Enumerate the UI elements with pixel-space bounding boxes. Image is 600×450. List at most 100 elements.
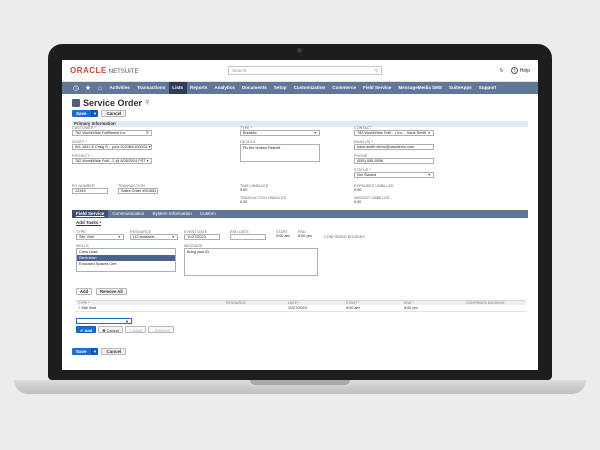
contact-value: 782 WorldWide Fulfi... | Inc. : Hank Smi… [357, 131, 427, 135]
global-search-input[interactable]: Search ⚲ [228, 66, 382, 75]
home-icon[interactable]: ⌂ [94, 85, 106, 92]
contact-select[interactable]: 782 WorldWide Fulfi... | Inc. : Hank Smi… [354, 130, 434, 136]
recent-records-icon[interactable]: ↻ [500, 68, 504, 74]
start-time-value[interactable]: 9:00 am [276, 234, 296, 239]
asset-value: WL-1841 E Craig R... ps/a 202384/1000/01 [75, 145, 148, 149]
transaction-unbilled-field: TRANSACTION UNBILLED 0.00 [240, 196, 320, 205]
save-dropdown-icon[interactable]: ▼ [90, 348, 99, 355]
transaction-select[interactable]: Sales Order #SO654▼ [118, 188, 158, 194]
chevron-down-icon: ▼ [427, 173, 431, 177]
skills-listbox[interactable]: Crew Lead Electrician Enclosed Spaces Ce… [76, 248, 176, 272]
nav-transactions[interactable]: Transactions [133, 82, 168, 94]
grid-cell-confirmed-booking[interactable] [464, 305, 526, 311]
nav-reports[interactable]: Reports [187, 82, 211, 94]
chevron-down-icon: ▼ [117, 235, 121, 239]
project-value: 782 WorldWide Fulfi...2 @ 8/28/2024 PST [75, 159, 146, 163]
nav-messagemedia-sms[interactable]: MessageMedia SMS [395, 82, 446, 94]
save-button-label: Save [72, 110, 91, 117]
skills-option[interactable]: Enclosed Spaces Cert [77, 261, 175, 267]
nav-lists[interactable]: Lists [168, 82, 187, 94]
chevron-down-icon: ▼ [313, 131, 317, 135]
recent-icon[interactable]: ◷ [70, 84, 82, 92]
nav-analytics[interactable]: Analytics [211, 82, 238, 94]
email-value: hank.smith.demo@nswdemo.com [357, 145, 415, 149]
tab-communication[interactable]: Communication [108, 210, 148, 218]
end-date-field: END DATE [230, 230, 266, 240]
amount-unbilled-value: 0.00 [354, 200, 362, 204]
footer-cancel-button[interactable]: Cancel [101, 348, 127, 355]
end-date-input[interactable] [230, 234, 266, 240]
footer-save-label: Save [72, 348, 91, 355]
event-date-input[interactable]: 11/27/2023 [184, 234, 220, 240]
tab-field-service[interactable]: Field Service [72, 210, 109, 218]
grid-cell-date[interactable]: 11/27/2023 [286, 305, 344, 311]
help-link[interactable]: ? Help [510, 67, 530, 74]
asset-select[interactable]: WL-1841 E Craig R... ps/a 202384/1000/01… [72, 144, 152, 150]
add-tasks-subtab[interactable]: Add Tasks • [76, 220, 102, 226]
po-number-input[interactable]: 12345 [72, 188, 108, 194]
cancel-button[interactable]: Cancel [101, 110, 127, 117]
line-button-group: ✔ Add ✖ Cancel + Insert - Remove [76, 326, 174, 333]
phone-input[interactable]: (555) 555-5556 [354, 158, 434, 164]
grid-cell-type[interactable]: + Site Visit [76, 305, 224, 311]
message-textarea[interactable]: Bring your ID [184, 248, 318, 276]
end-time-value[interactable]: 5:00 pm [298, 234, 318, 239]
header-button-row: Save ▼ Cancel [62, 108, 538, 119]
line-cancel-button[interactable]: ✖ Cancel [98, 326, 124, 333]
task-resource-select[interactable]: (12 available... ▼ [130, 234, 178, 240]
status-value: Not Started [357, 173, 377, 177]
nav-customization[interactable]: Customization [290, 82, 329, 94]
table-row[interactable]: + Site Visit 11/27/2023 9:00 am 5:00 pm [76, 305, 526, 312]
grid-cell-start[interactable]: 9:00 am [344, 305, 402, 311]
start-time-field: START 9:00 am [276, 230, 296, 239]
nav-field-service[interactable]: Field Service [360, 82, 395, 94]
nav-suiteapps[interactable]: SuiteApps [446, 82, 476, 94]
title-search-icon[interactable]: ⚲ [145, 99, 149, 106]
footer-save-button[interactable]: Save ▼ [72, 348, 99, 355]
subtab-bar: Field Service Communication System Infor… [72, 210, 528, 218]
add-skill-button[interactable]: Add [76, 288, 93, 295]
save-button[interactable]: Save ▼ [72, 110, 99, 117]
nav-setup[interactable]: Setup [270, 82, 290, 94]
list-icon[interactable]: ☰ [146, 131, 149, 135]
status-select[interactable]: Not Started ▼ [354, 172, 434, 178]
camera-dot [297, 48, 302, 53]
remove-all-button[interactable]: Remove All [96, 288, 127, 295]
tab-custom[interactable]: Custom [196, 210, 220, 218]
line-add-button[interactable]: ✔ Add [76, 326, 97, 333]
chevron-down-icon: ▼ [156, 189, 157, 193]
help-label: Help [519, 68, 530, 74]
save-dropdown-icon[interactable]: ▼ [90, 110, 99, 117]
task-type-select[interactable]: Site Visit ▼ [76, 234, 124, 240]
grid-cell-end[interactable]: 5:00 pm [402, 305, 464, 311]
nav-documents[interactable]: Documents [238, 82, 270, 94]
nav-activities[interactable]: Activities [106, 82, 133, 94]
oracle-netsuite-logo[interactable]: ORACLE NETSUITE [70, 66, 228, 75]
nav-support[interactable]: Support [475, 82, 500, 94]
customer-input[interactable]: 782 WorldWide Fulfillment Inc. ☰ [72, 130, 152, 136]
email-input[interactable]: hank.smith.demo@nswdemo.com [354, 144, 434, 150]
line-insert-button[interactable]: + Insert [125, 326, 147, 333]
tab-system-information[interactable]: System Information [148, 210, 196, 218]
details-field: DETAILS Fix the broken Retrofit [240, 140, 320, 162]
nav-commerce[interactable]: Commerce [329, 82, 360, 94]
type-select[interactable]: Breakfix ▼ [240, 130, 320, 136]
transaction-value: Sales Order #SO654 [121, 189, 157, 193]
event-date-value: 11/27/2023 [187, 235, 206, 239]
laptop-notch [250, 380, 350, 385]
project-select[interactable]: 782 WorldWide Fulfi...2 @ 8/28/2024 PST ▼ [72, 158, 152, 164]
footer-button-row: Save ▼ Cancel [62, 346, 136, 357]
new-line-type-select[interactable]: ▼ [76, 318, 132, 324]
confirmed-booking-field[interactable]: CONFIRMED BOOKING [324, 235, 384, 239]
details-textarea[interactable]: Fix the broken Retrofit [240, 144, 320, 162]
help-icon: ? [510, 67, 518, 74]
phone-value: (555) 555-5556 [357, 159, 383, 163]
status-field: STATUS * Not Started ▼ [354, 168, 434, 178]
grid-cell-resource[interactable] [224, 305, 286, 311]
search-icon[interactable]: ⚲ [375, 68, 378, 74]
task-type-value: Site Visit [79, 235, 94, 239]
page-title: Service Order [83, 97, 143, 108]
star-icon[interactable]: ★ [82, 84, 94, 92]
transaction-field: TRANSACTION Sales Order #SO654▼ [118, 184, 158, 194]
line-remove-button[interactable]: - Remove [148, 326, 174, 333]
